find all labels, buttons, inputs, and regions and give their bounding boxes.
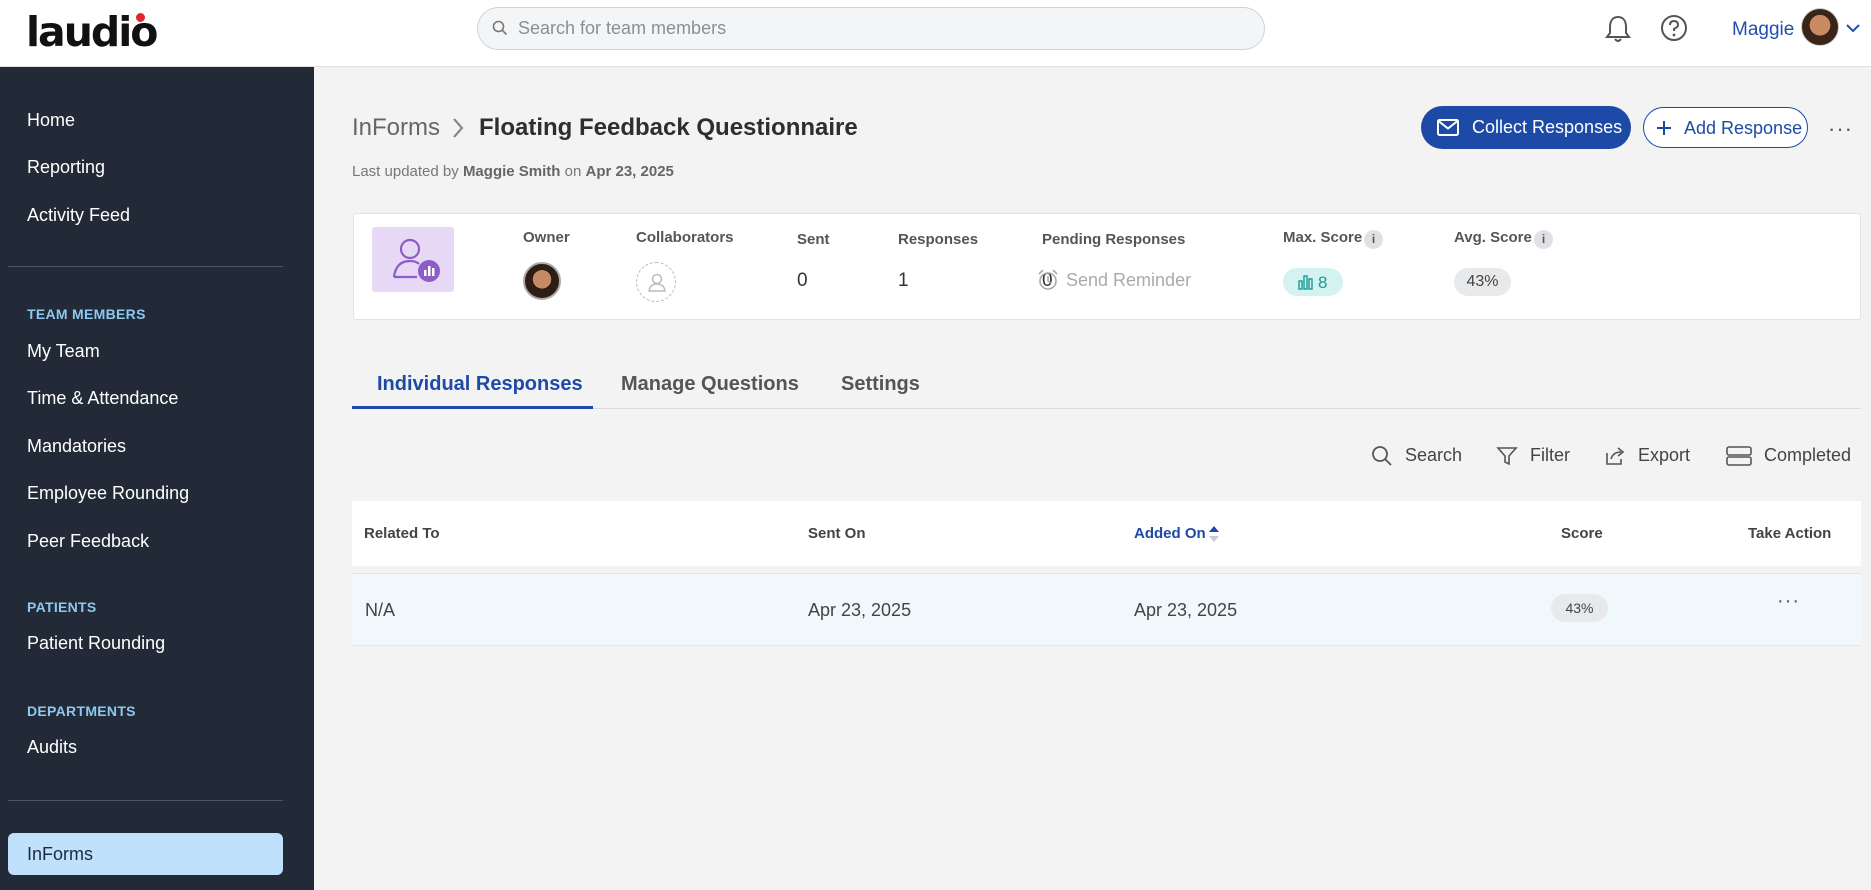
pending-label: Pending Responses xyxy=(1042,231,1186,248)
envelope-icon xyxy=(1437,119,1459,136)
section-patients: PATIENTS xyxy=(27,599,97,615)
search-icon xyxy=(492,20,508,36)
search-action[interactable]: Search xyxy=(1372,445,1463,466)
filter-action[interactable]: Filter xyxy=(1496,445,1570,466)
user-name[interactable]: Maggie xyxy=(1732,19,1794,41)
alarm-clock-icon xyxy=(1038,269,1058,290)
sidebar-item-informs[interactable]: InForms xyxy=(8,833,283,875)
sort-ascending-icon[interactable] xyxy=(1208,525,1220,543)
tab-settings[interactable]: Settings xyxy=(841,373,920,396)
section-departments: DEPARTMENTS xyxy=(27,703,136,719)
sidebar-item-mandatories[interactable]: Mandatories xyxy=(27,436,126,457)
chevron-right-icon xyxy=(453,118,464,138)
sidebar-item-audits[interactable]: Audits xyxy=(27,737,77,758)
updated-on-word: on xyxy=(564,163,582,180)
chevron-down-icon[interactable] xyxy=(1845,22,1861,34)
avg-score-label: Avg. Score xyxy=(1454,229,1532,246)
column-sent-on[interactable]: Sent On xyxy=(808,525,866,542)
collect-responses-button[interactable]: Collect Responses xyxy=(1421,106,1631,149)
sidebar: Home Reporting Activity Feed TEAM MEMBER… xyxy=(0,67,314,890)
section-team-members: TEAM MEMBERS xyxy=(27,306,146,322)
search-box[interactable] xyxy=(477,7,1265,50)
add-response-button[interactable]: Add Response xyxy=(1643,107,1808,148)
export-action-label: Export xyxy=(1638,445,1691,465)
max-score-badge: 8 xyxy=(1283,268,1343,296)
logo-dot xyxy=(136,13,145,22)
more-options-icon[interactable]: ··· xyxy=(1828,116,1853,142)
column-added-on[interactable]: Added On xyxy=(1134,525,1206,542)
responses-value: 1 xyxy=(898,270,909,291)
table-header: Related To Sent On Added On Score Take A… xyxy=(352,501,1861,566)
bar-chart-icon xyxy=(1298,275,1313,290)
column-take-action: Take Action xyxy=(1748,525,1832,542)
tab-individual-responses[interactable]: Individual Responses xyxy=(377,373,583,396)
view-toggle[interactable]: Completed xyxy=(1726,445,1852,466)
owner-label: Owner xyxy=(523,229,570,246)
user-outline-icon xyxy=(648,273,666,292)
sidebar-item-peer-feedback[interactable]: Peer Feedback xyxy=(27,531,149,552)
table-row[interactable]: N/A Apr 23, 2025 Apr 23, 2025 43% ··· xyxy=(352,573,1861,646)
max-score-value: 8 xyxy=(1318,273,1328,292)
responses-label: Responses xyxy=(898,231,979,248)
info-icon[interactable]: i xyxy=(1534,230,1553,249)
sidebar-item-label: InForms xyxy=(27,844,94,864)
export-icon xyxy=(1606,447,1625,465)
sidebar-item-reporting[interactable]: Reporting xyxy=(27,157,105,178)
updated-prefix: Last updated by xyxy=(352,163,459,180)
sidebar-item-activity-feed[interactable]: Activity Feed xyxy=(27,205,130,226)
send-reminder-label: Send Reminder xyxy=(1066,270,1192,290)
tab-manage-questions[interactable]: Manage Questions xyxy=(621,373,799,396)
collect-responses-label: Collect Responses xyxy=(1472,117,1623,137)
export-action[interactable]: Export xyxy=(1606,445,1691,466)
search-input[interactable] xyxy=(518,8,1238,49)
owner-avatar[interactable] xyxy=(523,262,561,300)
row-actions-icon[interactable]: ··· xyxy=(1777,590,1800,613)
score-badge: 43% xyxy=(1551,594,1608,622)
page-title: Floating Feedback Questionnaire xyxy=(479,114,858,141)
sidebar-item-patient-rounding[interactable]: Patient Rounding xyxy=(27,633,165,654)
top-bar: laudio Maggie xyxy=(0,0,1871,67)
column-score[interactable]: Score xyxy=(1561,525,1603,542)
cell-added-on: Apr 23, 2025 xyxy=(1134,600,1238,620)
filter-icon xyxy=(1496,447,1518,466)
breadcrumb-informs[interactable]: InForms xyxy=(352,114,440,142)
add-response-label: Add Response xyxy=(1684,118,1803,138)
sidebar-item-my-team[interactable]: My Team xyxy=(27,341,100,362)
bell-icon[interactable] xyxy=(1604,14,1632,44)
updated-by: Maggie Smith xyxy=(462,163,561,180)
user-avatar[interactable] xyxy=(1801,8,1839,46)
avg-score-badge: 43% xyxy=(1454,268,1511,296)
sidebar-item-home[interactable]: Home xyxy=(27,110,75,131)
add-collaborator-button[interactable] xyxy=(636,262,676,302)
sent-value: 0 xyxy=(797,270,808,291)
form-summary-card: Owner Collaborators Sent 0 Responses 1 P… xyxy=(353,213,1861,320)
search-icon xyxy=(1372,446,1392,466)
info-icon[interactable]: i xyxy=(1364,230,1383,249)
sent-label: Sent xyxy=(797,231,830,248)
send-reminder-button[interactable]: Send Reminder xyxy=(1038,269,1192,291)
sidebar-divider xyxy=(8,266,283,267)
active-tab-indicator xyxy=(352,406,593,409)
help-icon[interactable] xyxy=(1660,14,1688,42)
sidebar-divider xyxy=(8,800,283,801)
cell-sent-on: Apr 23, 2025 xyxy=(808,600,912,620)
user-chart-icon xyxy=(392,238,440,282)
sidebar-item-employee-rounding[interactable]: Employee Rounding xyxy=(27,483,189,504)
updated-date: Apr 23, 2025 xyxy=(585,163,674,180)
plus-icon xyxy=(1657,121,1671,135)
filter-action-label: Filter xyxy=(1530,445,1570,465)
view-rows-icon xyxy=(1726,446,1752,466)
laudio-logo[interactable]: laudio xyxy=(26,8,158,56)
column-related-to[interactable]: Related To xyxy=(364,525,440,542)
max-score-label: Max. Score xyxy=(1283,229,1363,246)
cell-related-to: N/A xyxy=(365,600,396,620)
last-updated: Last updated by Maggie Smith on Apr 23, … xyxy=(352,163,674,180)
collaborators-label: Collaborators xyxy=(636,229,734,246)
search-action-label: Search xyxy=(1405,445,1463,465)
form-icon xyxy=(372,227,454,292)
view-toggle-label: Completed xyxy=(1764,445,1852,465)
sidebar-item-time-attendance[interactable]: Time & Attendance xyxy=(27,388,178,409)
